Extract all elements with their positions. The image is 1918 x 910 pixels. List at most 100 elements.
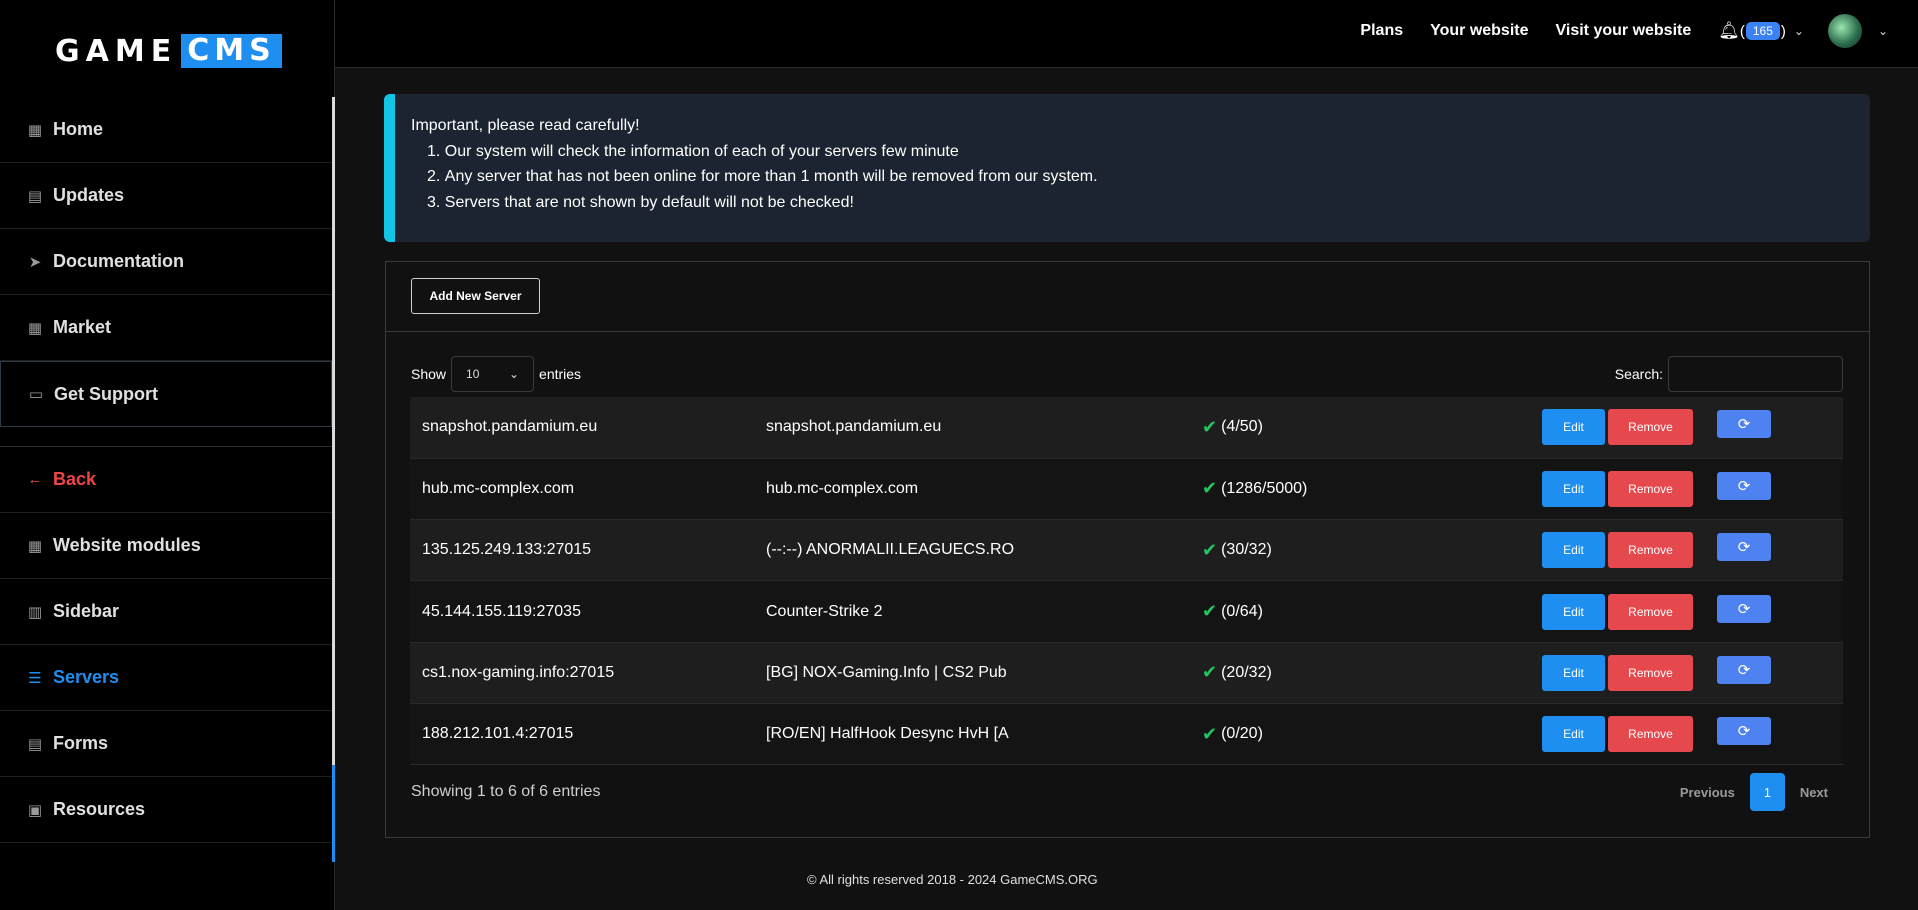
sidebar-scroll-track	[332, 97, 335, 862]
server-status: ✔ (20/32)	[1202, 642, 1542, 703]
server-status: ✔ (4/50)	[1202, 397, 1542, 458]
pagination: Previous 1 Next	[1665, 773, 1843, 811]
previous-page-button[interactable]: Previous	[1665, 785, 1750, 800]
status-wrap: ✔ (0/64)	[1202, 601, 1542, 622]
edit-button[interactable]: Edit	[1542, 716, 1605, 753]
entries-select[interactable]: 10 ⌄	[451, 356, 535, 392]
refresh-icon: ⟳	[1737, 539, 1751, 557]
edit-button[interactable]: Edit	[1542, 470, 1605, 507]
alert-item: Servers that are not shown by default wi…	[427, 190, 1870, 216]
refresh-button[interactable]: ⟳	[1717, 471, 1771, 500]
actions-wrap: Edit Remove ⟳	[1542, 593, 1843, 630]
archive-icon: ▣	[27, 801, 43, 819]
bell-paren-open: (	[1739, 22, 1745, 40]
refresh-button[interactable]: ⟳	[1717, 655, 1771, 684]
refresh-button[interactable]: ⟳	[1717, 533, 1771, 562]
table-row: 45.144.155.119:27035 Counter-Strike 2 ✔ (0/…	[410, 580, 1843, 643]
sidebar-item-website-modules[interactable]: ▦ Website modules	[0, 513, 332, 579]
check-icon: ✔	[1202, 601, 1218, 622]
grid-icon: ▦	[27, 121, 43, 139]
sidebar-item-label: Servers	[53, 667, 120, 687]
important-alert: Important, please read carefully! Our sy…	[384, 94, 1870, 242]
sidebar-item-home[interactable]: ▦ Home	[0, 97, 332, 163]
entries-label: entries	[539, 366, 582, 382]
alert-heading: Important, please read carefully!	[411, 117, 640, 134]
refresh-button[interactable]: ⟳	[1717, 410, 1771, 439]
actions-wrap: Edit Remove ⟳	[1542, 409, 1843, 446]
table-row: cs1.nox-gaming.info:27015 [BG] NOX-Gaming…	[410, 642, 1843, 704]
sidebar-item-sidebar[interactable]: ▥ Sidebar	[0, 579, 332, 645]
sidebar-nav: ▦ Home ▤ Updates ➤ Documentation ▦ Marke…	[0, 97, 332, 843]
refresh-icon: ⟳	[1737, 661, 1751, 679]
server-actions: Edit Remove ⟳	[1542, 520, 1843, 581]
page-1-button[interactable]: 1	[1749, 773, 1785, 811]
player-count: (30/32)	[1221, 541, 1272, 559]
next-page-button[interactable]: Next	[1785, 785, 1843, 800]
sidebar-item-label: Forms	[53, 733, 109, 753]
sidebar-item-resources[interactable]: ▣ Resources	[0, 777, 332, 843]
check-icon: ✔	[1202, 662, 1218, 683]
arrow-left-icon: ←	[27, 471, 43, 488]
refresh-button[interactable]: ⟳	[1717, 717, 1771, 746]
remove-button[interactable]: Remove	[1608, 716, 1693, 753]
sidebar-item-label: Documentation	[53, 251, 185, 271]
remove-button[interactable]: Remove	[1608, 654, 1693, 691]
server-address: cs1.nox-gaming.info:27015	[422, 663, 615, 681]
remove-button[interactable]: Remove	[1608, 470, 1693, 507]
table-row: 135.125.249.133:27015 (--:--) ANORMALII.L…	[410, 519, 1843, 581]
server-name: [BG] NOX-Gaming.Info | CS2 Pub	[766, 663, 1007, 681]
check-icon: ✔	[1202, 478, 1218, 499]
player-count: (20/32)	[1221, 663, 1272, 681]
sidebar-divider	[0, 427, 332, 447]
server-name: hub.mc-complex.com	[766, 479, 919, 497]
edit-button[interactable]: Edit	[1542, 532, 1605, 569]
server-name: snapshot.pandamium.eu	[766, 418, 942, 436]
sidebar-item-back[interactable]: ← Back	[0, 447, 332, 513]
sidebar-item-documentation[interactable]: ➤ Documentation	[0, 229, 332, 295]
sidebar-item-get-support[interactable]: ▭ Get Support	[0, 361, 332, 427]
sidebar-scrollbar[interactable]	[332, 765, 335, 862]
refresh-button[interactable]: ⟳	[1717, 594, 1771, 623]
sidebar-item-label: Website modules	[53, 535, 201, 555]
sidebar-item-label: Home	[53, 119, 104, 139]
edit-button[interactable]: Edit	[1542, 593, 1605, 630]
status-wrap: ✔ (30/32)	[1202, 540, 1542, 561]
player-count: (4/50)	[1221, 418, 1263, 436]
server-actions: Edit Remove ⟳	[1542, 642, 1843, 703]
servers-card: Add New Server Show 10 ⌄ entries Search:…	[385, 261, 1870, 838]
remove-button[interactable]: Remove	[1608, 409, 1693, 446]
newspaper-icon: ▤	[27, 187, 43, 205]
server-status: ✔ (0/64)	[1202, 581, 1542, 642]
edit-button[interactable]: Edit	[1542, 654, 1605, 691]
check-icon: ✔	[1202, 539, 1218, 560]
server-address: 45.144.155.119:27035	[422, 602, 581, 620]
sidebar-item-servers[interactable]: ☰ Servers	[0, 645, 332, 711]
add-new-server-button[interactable]: Add New Server	[411, 278, 540, 314]
visit-website-link[interactable]: Visit your website	[1556, 22, 1692, 40]
entries-select-value: 10	[466, 367, 480, 381]
player-count: (0/20)	[1221, 725, 1263, 743]
store-icon: ▦	[27, 319, 43, 337]
table-footer: Showing 1 to 6 of 6 entries Previous 1 N…	[411, 773, 1843, 811]
notifications-button[interactable]: 🔔︎ ( 165 ) ⌄	[1718, 21, 1804, 41]
plans-link[interactable]: Plans	[1360, 22, 1403, 40]
remove-button[interactable]: Remove	[1608, 593, 1693, 630]
server-actions: Edit Remove ⟳	[1542, 703, 1843, 764]
refresh-icon: ⟳	[1737, 416, 1751, 434]
sidebar-item-label: Updates	[53, 185, 125, 205]
user-menu[interactable]: ⌄	[1827, 14, 1888, 48]
sidebar-item-market[interactable]: ▦ Market	[0, 295, 332, 361]
search-input[interactable]	[1668, 356, 1843, 392]
sidebar-item-updates[interactable]: ▤ Updates	[0, 163, 332, 229]
sidebar-item-forms[interactable]: ▤ Forms	[0, 711, 332, 777]
remove-button[interactable]: Remove	[1608, 532, 1693, 569]
edit-button[interactable]: Edit	[1542, 409, 1605, 446]
server-address: 135.125.249.133:27015	[422, 541, 592, 559]
logo[interactable]: GAME CMS	[55, 34, 282, 69]
player-count: (1286/5000)	[1221, 479, 1308, 497]
entries-length: Show 10 ⌄ entries	[411, 356, 581, 392]
table-controls: Show 10 ⌄ entries Search:	[411, 356, 1843, 392]
your-website-link[interactable]: Your website	[1430, 22, 1528, 40]
form-icon: ▤	[27, 735, 43, 753]
server-name: (--:--) ANORMALII.LEAGUECS.RO	[766, 541, 1015, 559]
